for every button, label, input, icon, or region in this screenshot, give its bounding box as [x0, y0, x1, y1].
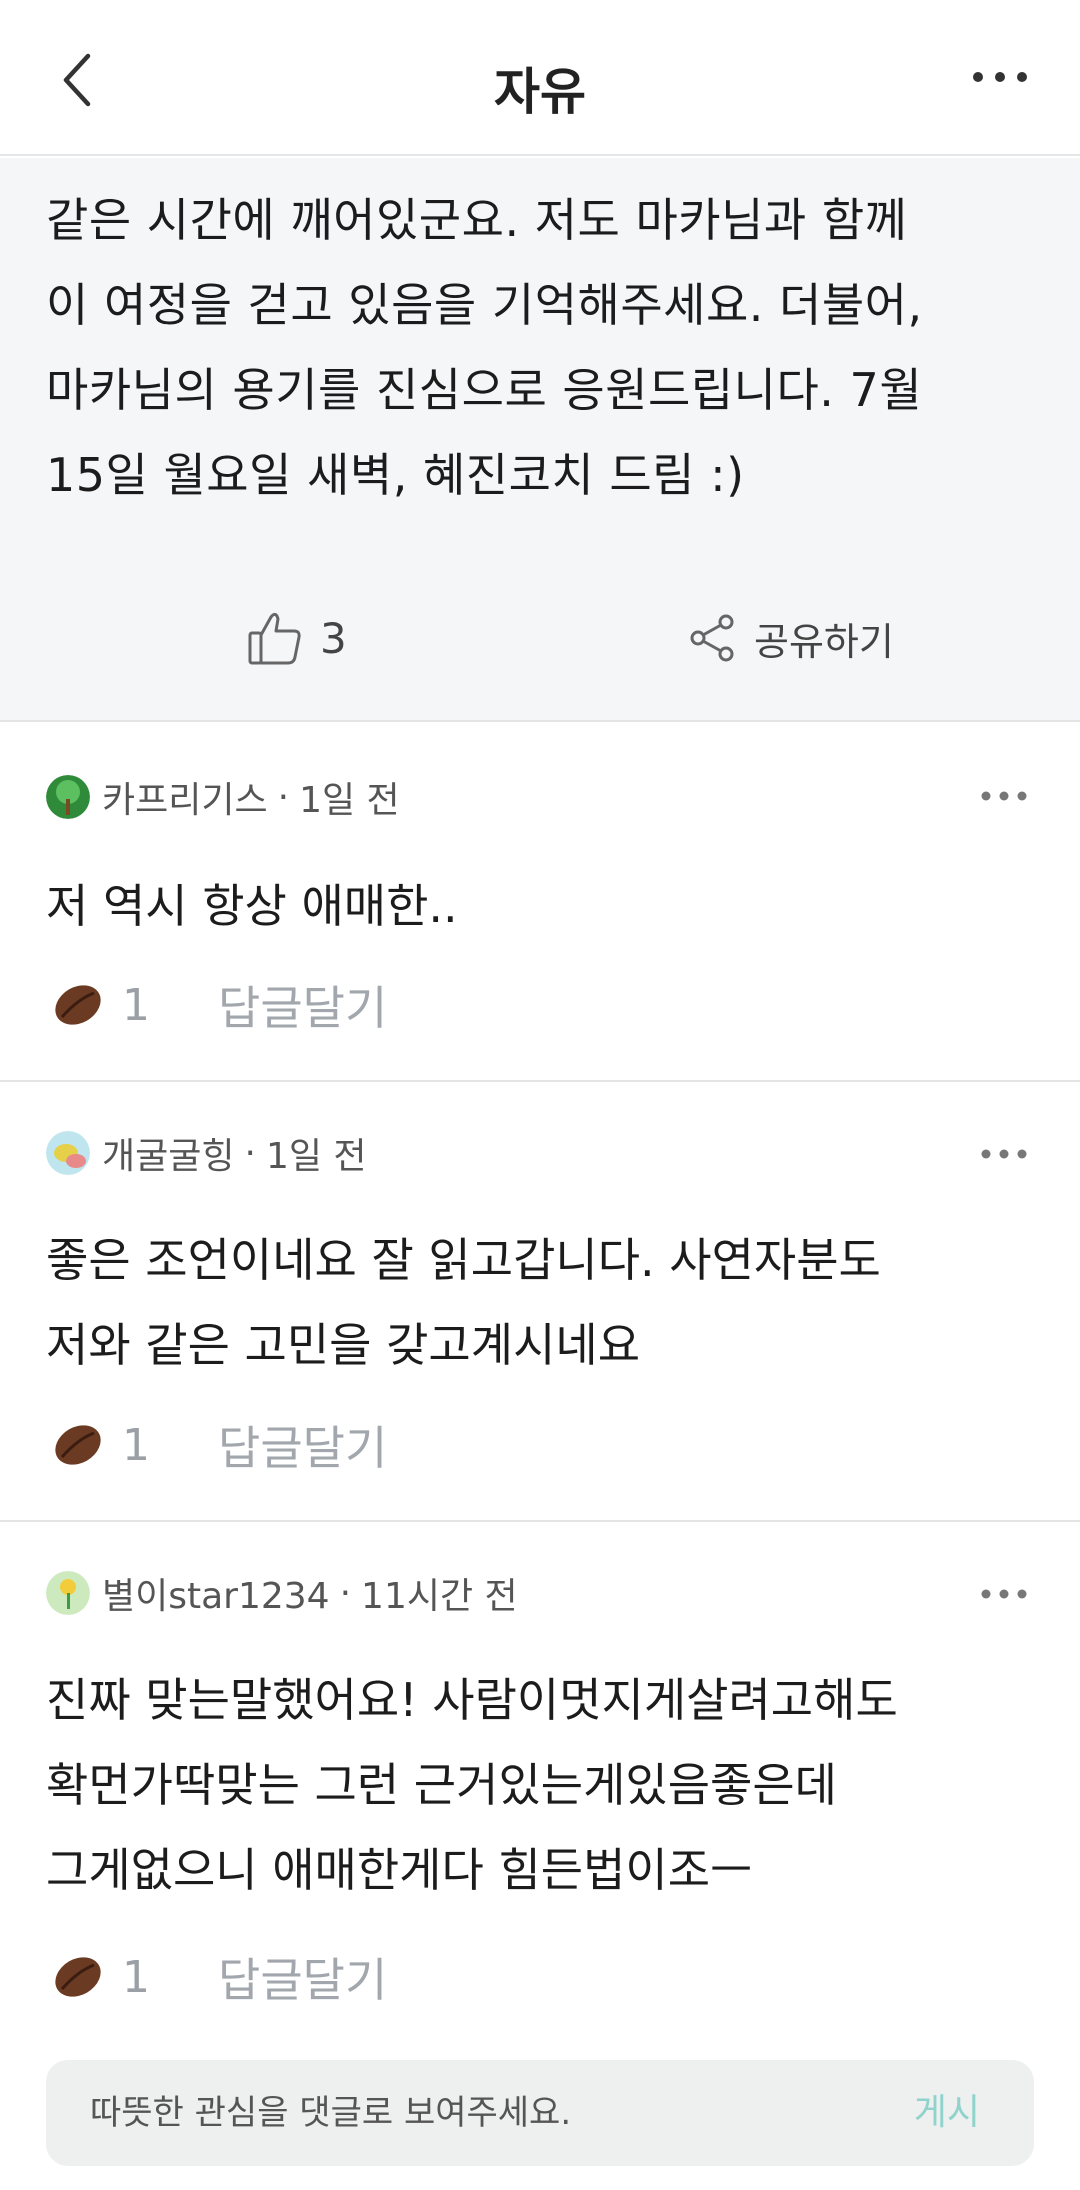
- comment-input-field[interactable]: 따뜻한 관심을 댓글로 보여주세요. 게시: [46, 2060, 1034, 2166]
- tree-avatar-icon[interactable]: [46, 775, 90, 819]
- share-icon: [690, 614, 734, 662]
- coffee-bean-icon[interactable]: [50, 977, 106, 1033]
- comment-author[interactable]: 카프리기스: [102, 771, 268, 823]
- comment-input-placeholder: 따뜻한 관심을 댓글로 보여주세요.: [90, 2093, 572, 2133]
- reply-button[interactable]: 답글달기: [218, 1944, 387, 2010]
- post-line: 마카님의 용기를 진심으로 응원드립니다. 7월: [46, 363, 923, 417]
- comment-more-icon[interactable]: [980, 1144, 1028, 1164]
- comment-more-icon[interactable]: [980, 1584, 1028, 1604]
- comment-line: 좋은 조언이네요 잘 읽고갑니다. 사연자분도: [46, 1233, 881, 1287]
- comment-meta: 별이star1234 · 11시간 전: [46, 1568, 518, 1618]
- comment-line: 저 역시 항상 애매한..: [46, 879, 458, 933]
- meta-separator: ·: [244, 1132, 256, 1174]
- meta-separator: ·: [339, 1572, 352, 1614]
- comment-meta: 카프리기스 · 1일 전: [46, 772, 400, 822]
- comment-footer: 1 답글달기: [50, 1410, 387, 1480]
- comment-time: 1일 전: [265, 1136, 367, 1177]
- flower-avatar-icon[interactable]: [46, 1571, 90, 1615]
- comment-text: 진짜 맞는말했어요! 사람이멋지게살려고해도 확먼가딱맞는 그런 근거있는게있음…: [46, 1658, 1036, 1913]
- comment-line: 진짜 맞는말했어요! 사람이멋지게살려고해도: [46, 1673, 898, 1727]
- comment-item: 개굴굴힝 · 1일 전 좋은 조언이네요 잘 읽고갑니다. 사연자분도 저와 같…: [0, 1082, 1080, 1522]
- meta-separator: ·: [277, 776, 290, 818]
- comment-author[interactable]: 개굴굴힝: [102, 1127, 234, 1179]
- comment-item: 별이star1234 · 11시간 전 진짜 맞는말했어요! 사람이멋지게살려고…: [0, 1522, 1080, 2042]
- post-actions: 3 공유하기: [0, 598, 1080, 678]
- comment-more-icon[interactable]: [980, 786, 1028, 806]
- post-line: 15일 월요일 새벽, 혜진코치 드림 :): [46, 448, 745, 502]
- post-comment-button[interactable]: 게시: [914, 2060, 980, 2166]
- comment-meta: 개굴굴힝 · 1일 전: [46, 1128, 367, 1178]
- bean-count: 1: [122, 1951, 150, 2003]
- comment-time: 1일 전: [299, 780, 400, 821]
- post-line: 이 여정을 걷고 있음을 기억해주세요. 더불어,: [46, 278, 923, 332]
- comment-footer: 1 답글달기: [50, 970, 387, 1040]
- comment-text: 좋은 조언이네요 잘 읽고갑니다. 사연자분도 저와 같은 고민을 갖고계시네요: [46, 1218, 1036, 1388]
- share-label: 공유하기: [754, 619, 894, 664]
- bean-count: 1: [122, 979, 150, 1031]
- bean-count: 1: [122, 1419, 150, 1471]
- comment-line: 그게없으니 애매한게다 힘든법이조ㅡ: [46, 1843, 753, 1897]
- post-line: 같은 시간에 깨어있군요. 저도 마카님과 함께: [46, 193, 908, 247]
- coffee-bean-icon[interactable]: [50, 1417, 106, 1473]
- like-count: 3: [320, 613, 347, 663]
- reply-button[interactable]: 답글달기: [218, 1412, 387, 1478]
- top-bar: 자유: [0, 0, 1080, 156]
- coffee-bean-icon[interactable]: [50, 1949, 106, 2005]
- thumbs-up-icon: [248, 612, 301, 665]
- more-options-icon[interactable]: [972, 62, 1028, 92]
- comment-text: 저 역시 항상 애매한..: [46, 864, 1036, 949]
- reply-button[interactable]: 답글달기: [218, 972, 387, 1038]
- comment-line: 확먼가딱맞는 그런 근거있는게있음좋은데: [46, 1758, 838, 1812]
- comment-footer: 1 답글달기: [50, 1942, 387, 2012]
- comment-time: 11시간 전: [361, 1576, 518, 1617]
- comment-author[interactable]: 별이star1234: [102, 1567, 330, 1619]
- post-content: 같은 시간에 깨어있군요. 저도 마카님과 함께 이 여정을 걷고 있음을 기억…: [0, 158, 1080, 722]
- comment-line: 저와 같은 고민을 갖고계시네요: [46, 1318, 641, 1372]
- post-body: 같은 시간에 깨어있군요. 저도 마카님과 함께 이 여정을 걷고 있음을 기억…: [46, 178, 1036, 518]
- share-button[interactable]: 공유하기: [688, 598, 894, 678]
- frog-avatar-icon[interactable]: [46, 1131, 90, 1175]
- page-title: 자유: [494, 63, 586, 121]
- like-button[interactable]: 3: [246, 598, 347, 678]
- comment-item: 카프리기스 · 1일 전 저 역시 항상 애매한.. 1 답글달기: [0, 724, 1080, 1082]
